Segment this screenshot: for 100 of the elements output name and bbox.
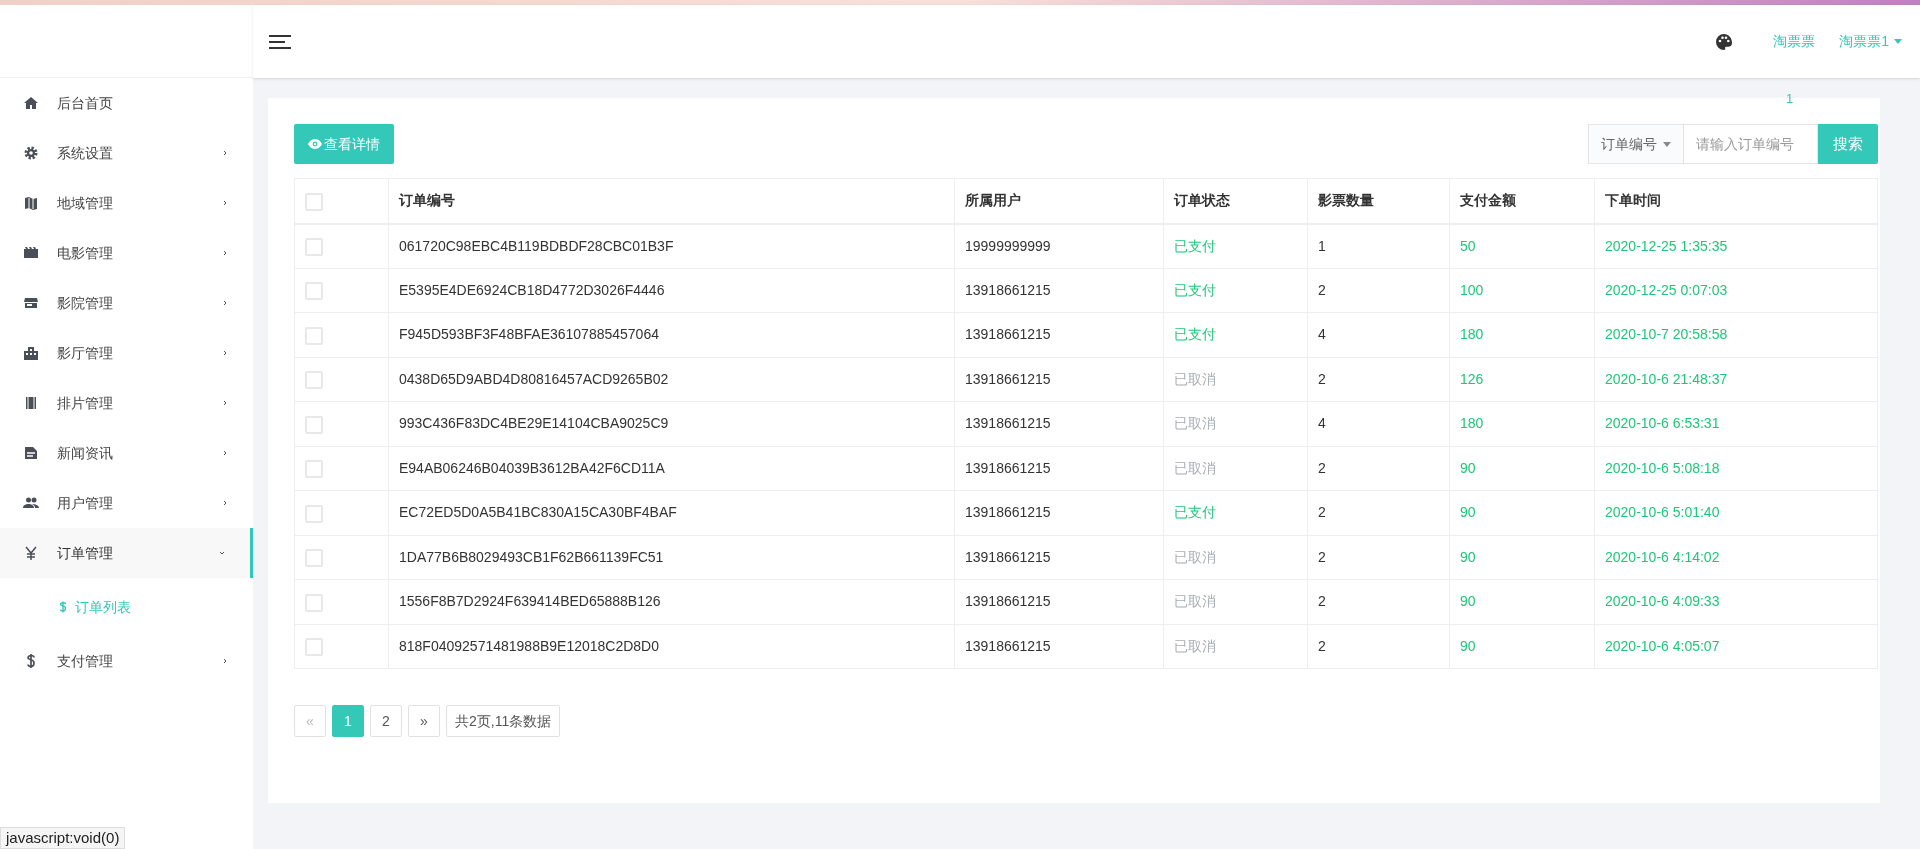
table-cell: 13918661215 <box>954 490 1164 535</box>
table-cell: 2020-10-6 4:05:07 <box>1594 624 1878 669</box>
status-url: javascript:void(0) <box>0 827 126 849</box>
table-cell: F945D593BF3F48BFAE36107885457064 <box>388 312 955 357</box>
table-cell: E94AB06246B04039B3612BA42F6CD11A <box>388 446 955 491</box>
palette-icon[interactable] <box>1715 32 1734 51</box>
table-cell: 90 <box>1449 535 1595 580</box>
table-cell: 2020-10-6 5:08:18 <box>1594 446 1878 491</box>
settings-icon <box>23 145 39 161</box>
table-cell: 13918661215 <box>954 401 1164 446</box>
column-header: 订单状态 <box>1163 178 1308 224</box>
menu-icon[interactable] <box>269 33 291 50</box>
column-header: 下单时间 <box>1594 178 1878 224</box>
table-cell: 100 <box>1449 268 1595 313</box>
table-cell: 13918661215 <box>954 624 1164 669</box>
sidebar-item[interactable]: 订单管理 <box>0 528 253 578</box>
table-cell: 993C436F83DC4BE29E14104CBA9025C9 <box>388 401 955 446</box>
table-cell: 4 <box>1307 312 1450 357</box>
table-cell: 13918661215 <box>954 535 1164 580</box>
sidebar-item[interactable]: 新闻资讯 <box>0 428 253 478</box>
table-cell: 90 <box>1449 579 1595 624</box>
table-cell: 2 <box>1307 490 1450 535</box>
table-cell: 2020-10-7 20:58:58 <box>1594 312 1878 357</box>
building-icon <box>23 345 39 361</box>
sidebar-item[interactable]: 电影管理 <box>0 228 253 278</box>
column-header: 订单编号 <box>388 178 955 224</box>
table-cell: 0438D65D9ABD4D80816457ACD9265B02 <box>388 357 955 402</box>
table-cell: 13918661215 <box>954 312 1164 357</box>
table-cell: 2020-10-6 21:48:37 <box>1594 357 1878 402</box>
users-icon <box>23 495 39 511</box>
map-icon <box>23 195 39 211</box>
table-cell: E5395E4DE6924CB18D4772D3026F4446 <box>388 268 955 313</box>
table-cell: 1DA77B6B8029493CB1F62B661139FC51 <box>388 535 955 580</box>
status-cell: 已取消 <box>1163 624 1308 669</box>
status-cell: 已取消 <box>1163 579 1308 624</box>
table-cell: 2020-10-6 5:01:40 <box>1594 490 1878 535</box>
store-icon <box>23 295 39 311</box>
table-cell: 90 <box>1449 490 1595 535</box>
sidebar-item[interactable]: 地域管理 <box>0 178 253 228</box>
table-cell: 13918661215 <box>954 357 1164 402</box>
pagination-summary: 共2页,11条数据 <box>446 705 561 737</box>
column-header: 所属用户 <box>954 178 1164 224</box>
page-button[interactable]: 2 <box>370 705 402 737</box>
film-strip-icon <box>23 395 39 411</box>
table-cell: 1 <box>1307 223 1450 268</box>
table-cell: 180 <box>1449 312 1595 357</box>
table-cell: 818F04092571481988B9E12018C2D8D0 <box>388 624 955 669</box>
table-cell: 13918661215 <box>954 446 1164 491</box>
table-cell: 2 <box>1307 535 1450 580</box>
table-cell: 1556F8B7D2924F639414BED65888B126 <box>388 579 955 624</box>
caret-icon <box>1663 141 1671 147</box>
badge-count: 1 <box>1786 90 1794 108</box>
table-cell: 061720C98EBC4B119BDBDF28CBC01B3F <box>388 223 955 268</box>
next-page-button[interactable]: » <box>408 705 440 737</box>
table-cell: 2 <box>1307 579 1450 624</box>
sidebar-item[interactable]: 影厅管理 <box>0 328 253 378</box>
table-cell: 13918661215 <box>954 268 1164 313</box>
table-cell: 126 <box>1449 357 1595 402</box>
sidebar-item[interactable]: 用户管理 <box>0 478 253 528</box>
table-cell: 2 <box>1307 268 1450 313</box>
sidebar-item[interactable]: 后台首页 <box>0 78 253 128</box>
table-cell: 2020-10-6 6:53:31 <box>1594 401 1878 446</box>
column-header: 影票数量 <box>1307 178 1450 224</box>
table-cell: 180 <box>1449 401 1595 446</box>
search-type-dropdown[interactable]: 订单编号 <box>1588 124 1684 164</box>
column-header: 支付金额 <box>1449 178 1595 224</box>
film-icon <box>23 245 39 261</box>
table-cell: 2 <box>1307 624 1450 669</box>
table-cell: 90 <box>1449 624 1595 669</box>
sidebar-item[interactable]: 系统设置 <box>0 128 253 178</box>
table-cell: 2020-12-25 0:07:03 <box>1594 268 1878 313</box>
status-cell: 已支付 <box>1163 223 1308 268</box>
table-cell: 2 <box>1307 446 1450 491</box>
table-cell: 2020-10-6 4:09:33 <box>1594 579 1878 624</box>
status-cell: 已取消 <box>1163 535 1308 580</box>
document-icon <box>23 445 39 461</box>
yen-icon <box>23 545 39 561</box>
table-cell: 2020-12-25 1:35:35 <box>1594 223 1878 268</box>
table-cell: 4 <box>1307 401 1450 446</box>
table-cell: 90 <box>1449 446 1595 491</box>
sidebar-item[interactable]: 排片管理 <box>0 378 253 428</box>
caret-icon <box>1894 39 1902 44</box>
table-cell: 13918661215 <box>954 579 1164 624</box>
table-cell: 2 <box>1307 357 1450 402</box>
table-cell: EC72ED5D0A5B41BC830A15CA30BF4BAF <box>388 490 955 535</box>
dollar-icon <box>58 601 68 613</box>
status-cell: 已取消 <box>1163 357 1308 402</box>
status-cell: 已支付 <box>1163 268 1308 313</box>
sidebar-item[interactable]: 支付管理 <box>0 636 253 686</box>
eye-icon <box>308 139 322 149</box>
status-cell: 已支付 <box>1163 490 1308 535</box>
status-cell: 已支付 <box>1163 312 1308 357</box>
table-cell: 50 <box>1449 223 1595 268</box>
search-field[interactable]: 请输入订单编号 <box>1684 124 1818 164</box>
status-cell: 已取消 <box>1163 401 1308 446</box>
table-cell: 2020-10-6 4:14:02 <box>1594 535 1878 580</box>
status-cell: 已取消 <box>1163 446 1308 491</box>
sidebar-item[interactable]: 影院管理 <box>0 278 253 328</box>
table-cell: 19999999999 <box>954 223 1164 268</box>
home-icon <box>23 95 39 111</box>
